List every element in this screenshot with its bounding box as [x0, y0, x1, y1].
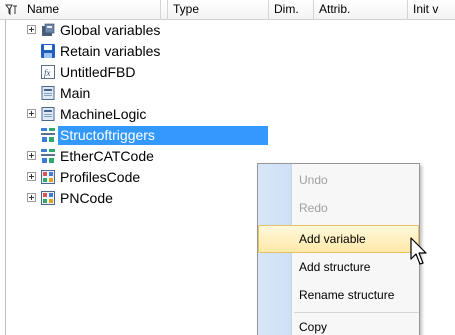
tree-item-label: MachineLogic	[60, 106, 147, 122]
menu-item-redo[interactable]: Redo	[258, 194, 419, 222]
column-dim-label: Dim.	[274, 2, 299, 16]
column-attrib-label: Attrib.	[319, 2, 351, 16]
column-type-label: Type	[173, 2, 200, 16]
column-attrib-header[interactable]: Attrib.	[314, 0, 408, 20]
tree-item-label: Retain variables	[60, 43, 161, 59]
column-init-label: Init v	[413, 2, 439, 16]
mouse-pointer-icon	[410, 237, 427, 265]
menu-item-label: Undo	[299, 173, 328, 187]
menu-item-label: Add variable	[299, 232, 366, 246]
menu-item-label: Copy	[299, 320, 328, 334]
tree-item-main[interactable]: Main	[0, 83, 455, 104]
tree-item-label: EtherCATCode	[60, 148, 154, 164]
column-name-header[interactable]: Name	[0, 0, 168, 20]
expand-icon[interactable]	[27, 151, 36, 160]
filter-icon[interactable]	[5, 3, 18, 16]
structure-icon	[41, 128, 55, 142]
menu-item-add-variable[interactable]: Add variable	[258, 225, 419, 253]
tree-item-label: Global variables	[60, 22, 161, 38]
program-icon	[41, 86, 55, 100]
structure-icon	[41, 149, 55, 163]
tree-item-label: UntitledFBD	[60, 64, 136, 80]
svg-text:fx: fx	[44, 68, 51, 78]
menu-item-add-structure[interactable]: Add structure	[258, 253, 419, 281]
program-icon	[41, 107, 55, 121]
context-menu: Undo Redo Add variable Add structure Ren…	[257, 163, 420, 335]
tree-item-label: ProfilesCode	[60, 169, 141, 185]
tree-item-label: Structoftriggers	[60, 127, 155, 143]
tree-item-label: PNCode	[60, 190, 113, 206]
variables-window: Name Type Dim. Attrib. Init v Global var…	[0, 0, 455, 335]
tree-item-structoftriggers[interactable]: Structoftriggers	[0, 125, 455, 146]
code-block-icon	[41, 191, 55, 205]
tree-item-global-variables[interactable]: Global variables	[0, 20, 455, 41]
tree-item-machinelogic[interactable]: MachineLogic	[0, 104, 455, 125]
column-divider	[160, 0, 161, 20]
column-init-header[interactable]: Init v	[408, 0, 455, 20]
column-name-label: Name	[27, 2, 60, 16]
tree-item-label: Main	[60, 85, 91, 101]
expand-icon[interactable]	[27, 25, 36, 34]
code-block-icon	[41, 170, 55, 184]
menu-item-label: Redo	[299, 201, 328, 215]
menu-item-rename-structure[interactable]: Rename structure	[258, 281, 419, 309]
column-type-header[interactable]: Type	[168, 0, 269, 20]
tree-item-retain-variables[interactable]: Retain variables	[0, 41, 455, 62]
fbd-function-icon: fx	[41, 65, 55, 79]
expand-icon[interactable]	[27, 193, 36, 202]
menu-item-label: Rename structure	[299, 288, 395, 302]
expand-icon[interactable]	[27, 172, 36, 181]
menu-item-label: Add structure	[299, 260, 371, 274]
global-variables-icon	[42, 23, 55, 36]
expand-icon[interactable]	[27, 109, 36, 118]
retain-variables-icon	[41, 44, 55, 58]
column-header: Name Type Dim. Attrib. Init v	[0, 0, 455, 20]
tree-item-untitledfbd[interactable]: fx UntitledFBD	[0, 62, 455, 83]
menu-item-undo[interactable]: Undo	[258, 166, 419, 194]
menu-item-copy[interactable]: Copy	[258, 313, 419, 335]
column-dim-header[interactable]: Dim.	[269, 0, 314, 20]
